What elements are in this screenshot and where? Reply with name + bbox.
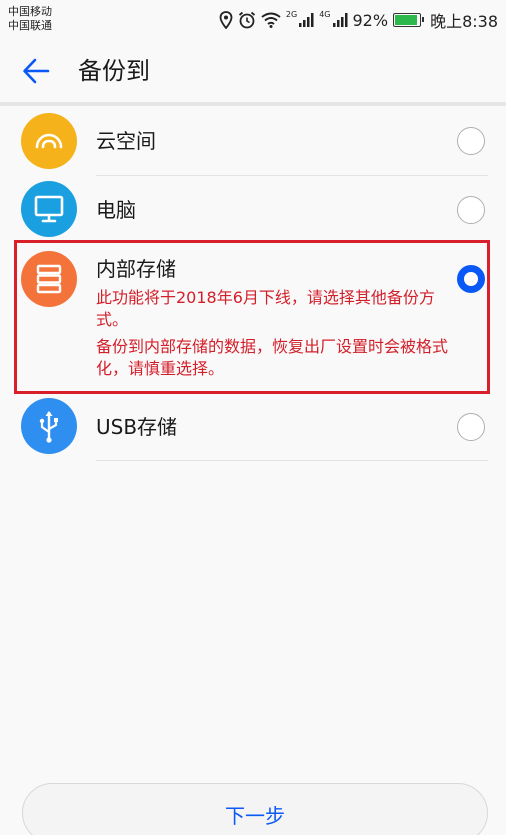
app-header: 备份到 <box>0 40 506 102</box>
page-title: 备份到 <box>78 57 150 85</box>
wifi-icon <box>261 12 281 28</box>
battery-icon <box>393 13 425 27</box>
radio-internal-storage[interactable] <box>457 265 485 293</box>
option-label: 云空间 <box>96 129 156 153</box>
signal-icon-1 <box>299 13 314 27</box>
location-icon <box>219 11 233 29</box>
carrier-info: 中国移动 中国联通 <box>8 5 52 33</box>
carrier-1: 中国移动 <box>8 5 52 18</box>
monitor-icon <box>21 181 77 237</box>
clock: 晚上8:38 <box>430 12 498 31</box>
option-pc[interactable]: 电脑 <box>0 176 506 240</box>
option-internal-storage[interactable]: 内部存储 此功能将于2018年6月下线，请选择其他备份方式。 备份到内部存储的数… <box>0 243 506 393</box>
network-type-1: 2G <box>285 9 298 19</box>
signal-icon-2 <box>332 13 347 27</box>
format-warning: 备份到内部存储的数据，恢复出厂设置时会被格式化，请慎重选择。 <box>96 337 449 378</box>
battery-percent: 92% <box>352 10 389 30</box>
radio-usb[interactable] <box>457 413 485 441</box>
status-bar: 中国移动 中国联通 2G 4G 92% 晚上8:38 <box>0 0 506 40</box>
back-arrow-icon[interactable] <box>22 57 50 85</box>
radio-cloud[interactable] <box>457 127 485 155</box>
deprecation-warning: 此功能将于2018年6月下线，请选择其他备份方式。 <box>96 288 435 329</box>
radio-pc[interactable] <box>457 196 485 224</box>
next-button[interactable]: 下一步 <box>22 783 488 835</box>
row-divider <box>96 460 488 461</box>
cloud-icon <box>21 113 77 169</box>
option-usb[interactable]: USB存储 <box>0 396 506 462</box>
status-icons: 2G 4G 92% 晚上8:38 <box>219 9 498 31</box>
carrier-2: 中国联通 <box>8 19 52 32</box>
storage-icon <box>21 251 77 307</box>
next-button-label: 下一步 <box>225 804 285 828</box>
usb-icon <box>21 398 77 454</box>
option-label: USB存储 <box>96 415 178 439</box>
option-label: 内部存储 <box>96 257 176 281</box>
option-label: 电脑 <box>96 198 136 222</box>
alarm-icon <box>238 11 255 29</box>
network-type-2: 4G <box>319 9 331 19</box>
option-cloud[interactable]: 云空间 <box>0 106 506 176</box>
